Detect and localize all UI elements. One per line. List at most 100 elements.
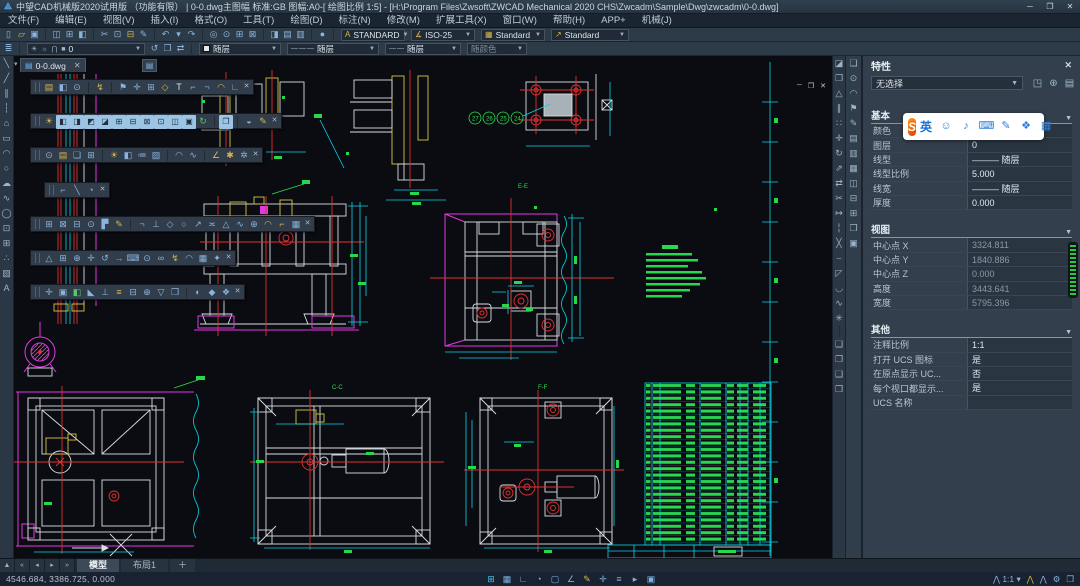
mleader-style-combo[interactable]: ↗ Standard ▼ [551,29,629,41]
menu-item[interactable]: 扩展工具(X) [428,14,495,28]
viewport-3-icon[interactable]: ◩ [84,115,98,129]
property-value[interactable] [967,396,1072,409]
chamfer-icon[interactable]: ◸ [833,266,846,281]
ime-mode-label[interactable]: 英 [920,118,932,135]
corner-tool-icon[interactable]: ⌐ [56,183,70,197]
design-center-icon[interactable]: ▤ [281,28,294,41]
chevron-down-icon[interactable]: ▼ [268,46,277,52]
toolbar-grip[interactable] [35,116,40,126]
corner-icon[interactable]: ¬ [135,217,149,231]
make-block-icon[interactable]: ⊞ [0,236,13,251]
layer-combo[interactable]: ☀ ☼ ⋂ ■ 0 ▼ [27,43,145,55]
rectangle-tool-1-icon[interactable]: ❏ [833,337,846,352]
undo-list-icon[interactable]: ▾ [172,28,185,41]
text-style-combo[interactable]: A STANDARD ▼ [341,29,405,41]
circle-snap-icon[interactable]: ⊙ [140,251,154,265]
viewport-6-icon[interactable]: ⊟ [126,115,140,129]
rotate-tool-icon[interactable]: ↺ [98,251,112,265]
tab-nav-icon[interactable]: ▸ [45,559,60,572]
annotation-monitor-toggle[interactable]: ▣ [644,573,658,586]
chevron-down-icon[interactable]: ▼ [462,32,471,38]
handwriting-icon[interactable]: ✎ [999,120,1014,133]
minimize-button[interactable]: ─ [1020,2,1040,11]
hatch-icon[interactable]: ▨ [0,266,13,281]
cabinet-icon[interactable]: ⊟ [126,285,140,299]
sheet-2-icon[interactable]: ▥ [847,146,860,161]
chevron-down-icon[interactable]: ▼ [1065,229,1072,236]
emoji-icon[interactable]: ☺ [939,120,954,133]
viewport-8-icon[interactable]: ⊡ [154,115,168,129]
corner-icon[interactable]: ⌐ [186,80,200,94]
arrow-tool-icon[interactable]: → [112,251,126,265]
document-tab[interactable]: ▤ 0-0.dwg ✕ [20,58,86,72]
settings-gear-button[interactable]: ⚙ [1053,574,1061,585]
ortho-toggle[interactable]: ∟ [516,573,530,586]
panel-close-icon[interactable]: ✕ [1064,60,1072,71]
sogou-logo-icon[interactable]: S [908,118,916,136]
zoom-window-icon[interactable]: ⊙ [42,148,56,162]
rectangle-tool-3-icon[interactable]: ❑ [833,367,846,382]
section-header-view[interactable]: 视图▼ [871,222,1072,238]
match-properties-icon[interactable]: ✎ [137,28,150,41]
move-part-icon[interactable]: ✛ [42,285,56,299]
spline-icon[interactable]: ∿ [0,191,13,206]
undo-icon[interactable]: ↶ [159,28,172,41]
toolbar-close-icon[interactable]: ✕ [303,217,312,231]
property-value[interactable]: 0.000 [967,267,1072,280]
auto-annotate-button[interactable]: ⋀ [1027,574,1034,585]
gem-icon[interactable]: ◆ [205,285,219,299]
panel-scrollbar-thumb[interactable] [1068,242,1078,298]
property-value[interactable]: 是 [967,353,1072,366]
array-polar-icon[interactable]: ⊟ [70,217,84,231]
annotation-scale-button[interactable]: ⋀ 1:1 ▾ [993,574,1021,585]
arc-tool-icon[interactable]: ◠ [847,86,860,101]
viewport-4-icon[interactable]: ◪ [98,115,112,129]
camera-icon[interactable]: ◧ [56,80,70,94]
tab-nav-icon[interactable]: » [60,559,75,572]
gauge-icon[interactable]: ◔ [84,183,98,197]
floating-toolbar-5[interactable]: ⊞⊠⊟⊙▛✎¬⊥◇○↗≍△∿⊕◠⌐▦✕ [30,216,315,232]
ucs-icon[interactable]: ✛ [130,80,144,94]
menu-item[interactable]: 窗口(W) [495,14,545,28]
multiline-icon[interactable]: ∥ [0,86,13,101]
symbol-icon[interactable]: ❖ [219,285,233,299]
insert-block-icon[interactable]: ⊡ [0,221,13,236]
grid-icon[interactable]: ⊞ [144,80,158,94]
cycle-toggle[interactable]: ▸ [628,573,642,586]
snap-toggle[interactable]: ⊞ [484,573,498,586]
perpendicular-icon[interactable]: ⊥ [149,217,163,231]
block-tool-icon[interactable]: ▣ [56,285,70,299]
snap-star-2-icon[interactable]: ✲ [237,148,251,162]
menu-item[interactable]: 文件(F) [0,14,47,28]
drawing-canvas[interactable]: 27 26 25 24 [14,56,832,558]
viewport-9-icon[interactable]: ◫ [168,115,182,129]
polar-toggle[interactable]: ◔ [532,573,546,586]
point-icon[interactable]: ∴ [0,251,13,266]
view-previous-icon[interactable]: ❏ [847,56,860,71]
toolbar-grip[interactable] [35,150,40,160]
viewport-5-icon[interactable]: ⊞ [112,115,126,129]
angle-icon[interactable]: ¬ [200,80,214,94]
toolbar-close-icon[interactable]: ✕ [270,114,279,128]
restore-button[interactable]: ❐ [1040,2,1060,11]
preview-icon[interactable]: ⊞ [63,28,76,41]
chevron-down-icon[interactable]: ▼ [1065,115,1072,122]
redo-icon[interactable]: ↷ [185,28,198,41]
refresh-icon[interactable]: ↻ [196,114,210,128]
grid-toggle[interactable]: ▦ [500,573,514,586]
sogou-ime-bar[interactable]: S 英 ☺♪⌨✎❖▦ [903,113,1044,140]
toolbar-grip[interactable] [35,82,40,92]
filter-icon[interactable]: ≔ [135,148,149,162]
zoom-object-icon[interactable]: ⊙ [847,71,860,86]
chevron-down-icon[interactable]: ▼ [532,32,541,38]
tab-nav-icon[interactable]: ◂ [30,559,45,572]
sheet-icon[interactable]: ❏ [70,148,84,162]
circle-icon[interactable]: ○ [0,161,13,176]
array-path-icon[interactable]: ⊠ [56,217,70,231]
edit-icon[interactable]: ✎ [847,116,860,131]
step-icon[interactable]: ∟ [228,80,242,94]
chevron-down-icon[interactable]: ▼ [616,32,625,38]
chevron-down-icon[interactable]: ▼ [399,32,408,38]
skin-icon[interactable]: ❖ [1019,120,1034,133]
tab-nav-icon[interactable]: « [15,559,30,572]
